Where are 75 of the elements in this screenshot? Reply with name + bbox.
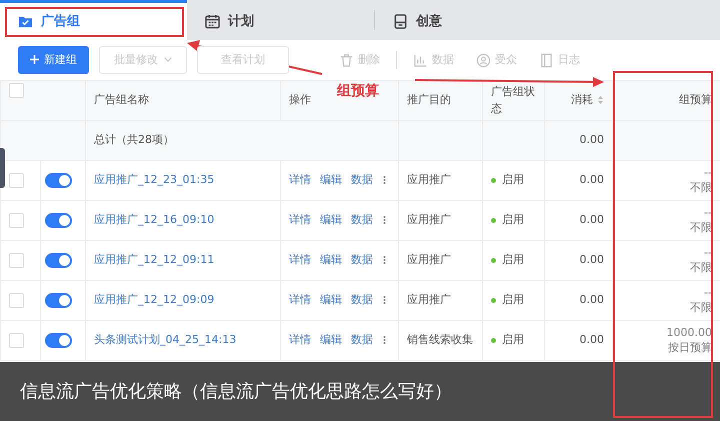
- cost-value: 0.00: [580, 213, 604, 226]
- action-link[interactable]: 详情: [289, 213, 311, 226]
- purpose-text: 销售线索收集: [407, 333, 473, 346]
- status-text: 启用: [502, 213, 524, 226]
- select-all-checkbox[interactable]: [9, 83, 24, 98]
- toggle-switch[interactable]: [45, 332, 72, 348]
- more-icon[interactable]: [383, 215, 386, 226]
- caption-text: 信息流广告优化策略（信息流广告优化思路怎么写好）: [20, 380, 452, 404]
- side-handle[interactable]: [0, 148, 5, 188]
- row-checkbox[interactable]: [9, 252, 24, 268]
- caret-icon: [164, 57, 172, 62]
- column-header: 广告组状态: [491, 85, 535, 114]
- person-icon: [476, 52, 491, 68]
- more-icon[interactable]: [383, 335, 386, 346]
- status-text: 启用: [502, 333, 524, 346]
- status-text: 启用: [502, 173, 524, 186]
- new-group-button[interactable]: 新建组: [18, 46, 89, 74]
- action-link[interactable]: 详情: [289, 333, 311, 346]
- more-icon[interactable]: [383, 175, 386, 186]
- total-cost: 0.00: [580, 133, 604, 146]
- document-icon: [539, 52, 554, 68]
- status-text: 启用: [502, 293, 524, 306]
- status-text: 启用: [502, 253, 524, 266]
- action-link[interactable]: 详情: [289, 253, 311, 266]
- more-icon[interactable]: [383, 295, 386, 306]
- more-icon[interactable]: [383, 255, 386, 266]
- total-label: 总计（共28项）: [94, 133, 174, 146]
- cost-value: 0.00: [580, 173, 604, 186]
- budget-type: 不限: [689, 260, 712, 275]
- toggle-switch[interactable]: [45, 252, 72, 268]
- column-header: 消耗: [571, 93, 593, 106]
- plus-icon: [30, 55, 39, 64]
- cost-value: 0.00: [580, 293, 604, 306]
- action-link[interactable]: 编辑: [320, 333, 342, 346]
- row-checkbox[interactable]: [9, 212, 24, 228]
- tab[interactable]: 计划: [187, 0, 374, 40]
- action-link[interactable]: 编辑: [320, 253, 342, 266]
- tab[interactable]: 创意: [375, 0, 562, 40]
- action-link[interactable]: 数据: [351, 253, 373, 266]
- budget-type: 不限: [689, 180, 712, 195]
- action-link[interactable]: 编辑: [320, 173, 342, 186]
- action-link[interactable]: 详情: [289, 173, 311, 186]
- toggle-switch[interactable]: [45, 212, 72, 228]
- row-checkbox[interactable]: [9, 292, 24, 308]
- toggle-switch[interactable]: [45, 292, 72, 308]
- budget-type: 按日预算: [667, 340, 712, 355]
- action-link[interactable]: 数据: [351, 173, 373, 186]
- purpose-text: 应用推广: [407, 293, 451, 306]
- purpose-text: 应用推广: [407, 173, 451, 186]
- action-link[interactable]: 编辑: [320, 293, 342, 306]
- column-header: 组预算: [679, 93, 712, 106]
- purpose-text: 应用推广: [407, 213, 451, 226]
- purpose-text: 应用推广: [407, 253, 451, 266]
- bar-chart-icon: [413, 52, 428, 68]
- annotation-label: 组预算: [337, 82, 379, 101]
- budget-type: 不限: [689, 220, 712, 235]
- cost-value: 0.00: [580, 333, 604, 346]
- row-checkbox[interactable]: [9, 332, 24, 348]
- action-link[interactable]: 数据: [351, 293, 373, 306]
- trash-icon: [339, 52, 354, 68]
- column-header: 操作: [289, 93, 311, 106]
- device-icon: [393, 14, 408, 29]
- column-header: 广告组名称: [94, 93, 149, 106]
- action-link[interactable]: 数据: [351, 213, 373, 226]
- action-link[interactable]: 详情: [289, 293, 311, 306]
- budget-type: 不限: [689, 300, 712, 315]
- cost-value: 0.00: [580, 253, 604, 266]
- row-checkbox[interactable]: [9, 172, 24, 188]
- calendar-icon: [205, 14, 220, 29]
- action-link[interactable]: 数据: [351, 333, 373, 346]
- folder-check-icon: [18, 14, 33, 29]
- budget-value: 1000.00: [666, 326, 712, 340]
- action-link[interactable]: 编辑: [320, 213, 342, 226]
- toggle-switch[interactable]: [45, 172, 72, 188]
- column-header: 推广目的: [407, 93, 451, 106]
